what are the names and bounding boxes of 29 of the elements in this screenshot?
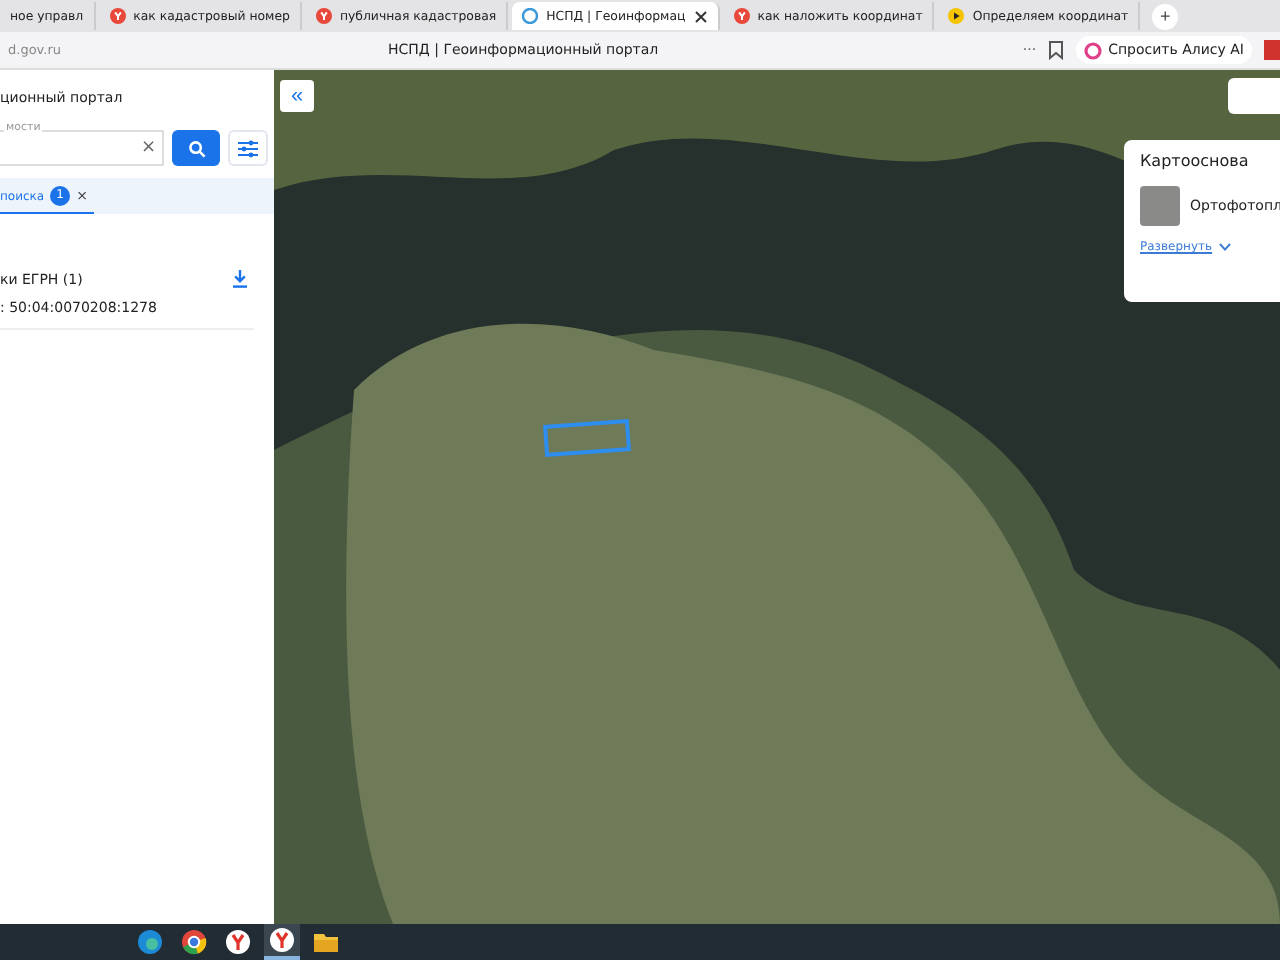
wave-logo-icon xyxy=(136,928,164,956)
sliders-icon xyxy=(238,139,258,157)
globe-icon xyxy=(522,8,539,24)
close-icon xyxy=(693,9,708,23)
download-icon xyxy=(232,270,248,288)
yandex-logo-icon xyxy=(733,8,750,24)
round-logo-icon xyxy=(180,928,208,956)
yandex-logo-icon xyxy=(268,926,296,954)
taskbar-app[interactable] xyxy=(132,924,168,960)
card-title: Картооснова xyxy=(1140,152,1251,170)
parcel-outline xyxy=(543,419,631,457)
clear-button[interactable]: × xyxy=(140,138,156,158)
search-button[interactable] xyxy=(172,130,220,166)
yandex-logo-icon xyxy=(224,928,252,956)
taskbar-app[interactable] xyxy=(264,924,300,960)
filter-button[interactable] xyxy=(228,130,268,166)
new-tab-button[interactable]: + xyxy=(1152,3,1179,29)
search-icon xyxy=(187,139,205,157)
collapse-button[interactable]: « xyxy=(280,80,314,112)
play-icon xyxy=(948,8,965,24)
layer-thumbnail xyxy=(1140,186,1180,226)
taskbar-app[interactable] xyxy=(220,924,256,960)
folder-icon xyxy=(312,928,340,956)
taskbar-app[interactable] xyxy=(176,924,212,960)
yandex-logo-icon xyxy=(315,8,332,24)
yandex-logo-icon xyxy=(109,8,126,24)
bookmark-icon xyxy=(1048,40,1065,60)
ring-icon xyxy=(1084,41,1103,59)
chevron-icon xyxy=(1218,242,1233,252)
